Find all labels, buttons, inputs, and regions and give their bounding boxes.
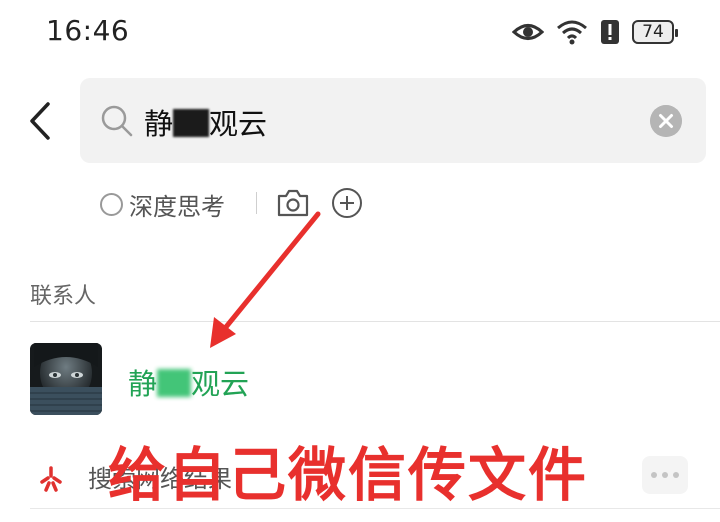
contacts-section-label: 联系人 xyxy=(30,284,97,309)
eye-icon xyxy=(512,24,544,40)
search-query-prefix: 静 xyxy=(144,107,174,141)
deep-think-radio[interactable] xyxy=(100,193,123,216)
deep-think-label[interactable]: 深度思考 xyxy=(129,187,225,222)
camera-icon[interactable] xyxy=(276,188,310,218)
contact-name-suffix: 观云 xyxy=(191,367,250,401)
search-icon xyxy=(101,105,133,137)
contact-name-prefix: 静 xyxy=(128,367,158,401)
add-icon[interactable] xyxy=(331,187,363,219)
redaction-block xyxy=(173,109,210,137)
status-icons: 74 xyxy=(512,16,678,48)
section-divider xyxy=(30,321,720,322)
status-time: 16:46 xyxy=(46,14,130,47)
clear-icon[interactable] xyxy=(650,105,682,137)
contact-name[interactable]: 静观云 xyxy=(128,361,249,403)
avatar[interactable] xyxy=(30,343,102,415)
web-search-icon xyxy=(40,466,62,492)
redaction-block xyxy=(157,369,192,397)
annotation-caption: 给自己微信传文件 xyxy=(108,441,589,509)
wifi-icon xyxy=(557,20,587,45)
battery-icon: 74 xyxy=(632,20,678,44)
alert-icon xyxy=(601,20,619,44)
back-arrow-icon[interactable] xyxy=(24,98,58,144)
search-query-suffix: 观云 xyxy=(209,107,268,141)
toolbar-divider xyxy=(256,192,257,214)
search-query[interactable]: 静 观云 xyxy=(144,101,267,143)
more-icon[interactable] xyxy=(642,456,688,494)
